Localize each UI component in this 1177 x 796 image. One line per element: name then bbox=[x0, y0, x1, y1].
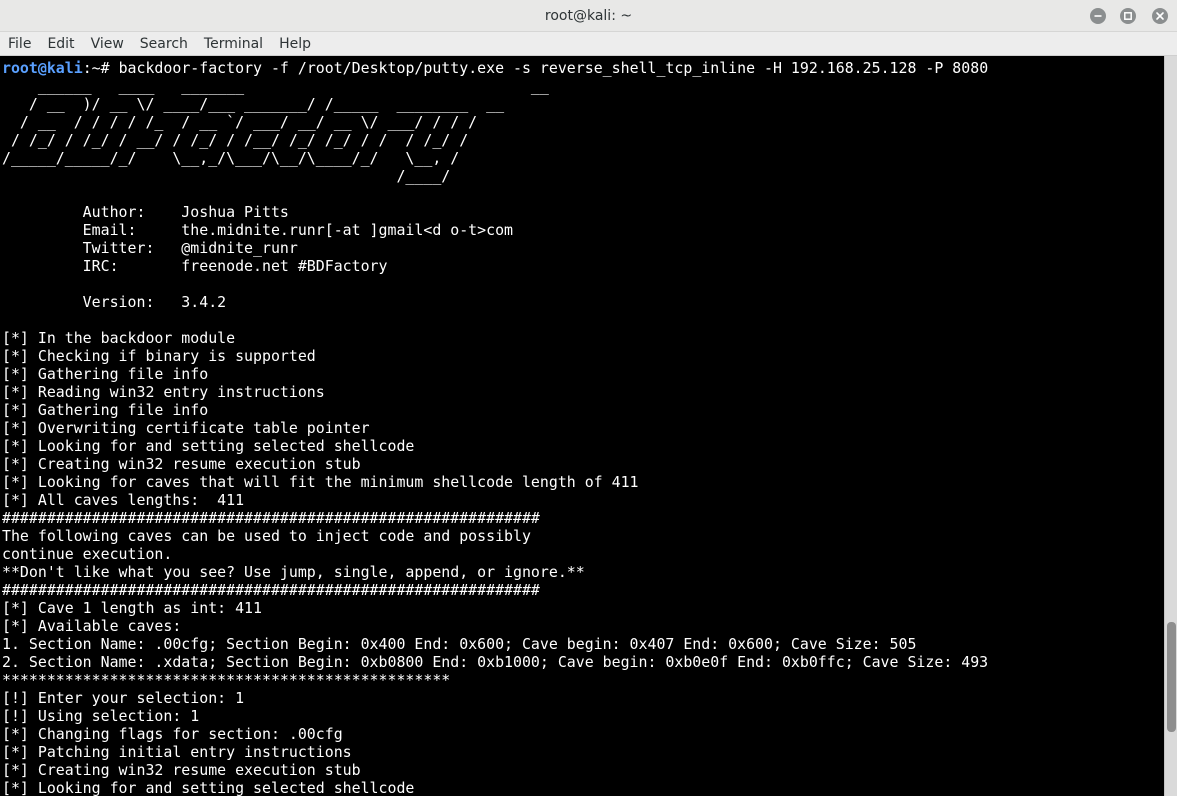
prompt-path: :~# bbox=[82, 59, 119, 77]
close-icon bbox=[1156, 12, 1164, 20]
menu-file[interactable]: File bbox=[0, 32, 39, 56]
terminal-output: ______ ____ _______ __ / __ )/ __ \/ ___… bbox=[2, 77, 989, 796]
menu-edit[interactable]: Edit bbox=[39, 32, 82, 56]
maximize-icon bbox=[1124, 12, 1132, 20]
maximize-button[interactable] bbox=[1120, 8, 1136, 24]
window-titlebar: root@kali: ~ bbox=[0, 0, 1177, 32]
scrollbar-thumb[interactable] bbox=[1167, 622, 1176, 732]
terminal-area[interactable]: root@kali:~# backdoor-factory -f /root/D… bbox=[0, 56, 1164, 796]
menu-help[interactable]: Help bbox=[271, 32, 319, 56]
minimize-icon bbox=[1094, 15, 1102, 17]
menu-view[interactable]: View bbox=[83, 32, 132, 56]
menu-terminal[interactable]: Terminal bbox=[196, 32, 271, 56]
minimize-button[interactable] bbox=[1090, 8, 1106, 24]
prompt-user-host: root@kali bbox=[2, 59, 83, 77]
close-button[interactable] bbox=[1152, 8, 1168, 24]
terminal-content: root@kali:~# backdoor-factory -f /root/D… bbox=[2, 59, 988, 796]
menu-search[interactable]: Search bbox=[132, 32, 196, 56]
menubar: File Edit View Search Terminal Help bbox=[0, 32, 1177, 56]
window-title: root@kali: ~ bbox=[544, 8, 633, 24]
terminal-scrollbar[interactable] bbox=[1164, 56, 1177, 796]
command-line: backdoor-factory -f /root/Desktop/putty.… bbox=[118, 59, 989, 77]
